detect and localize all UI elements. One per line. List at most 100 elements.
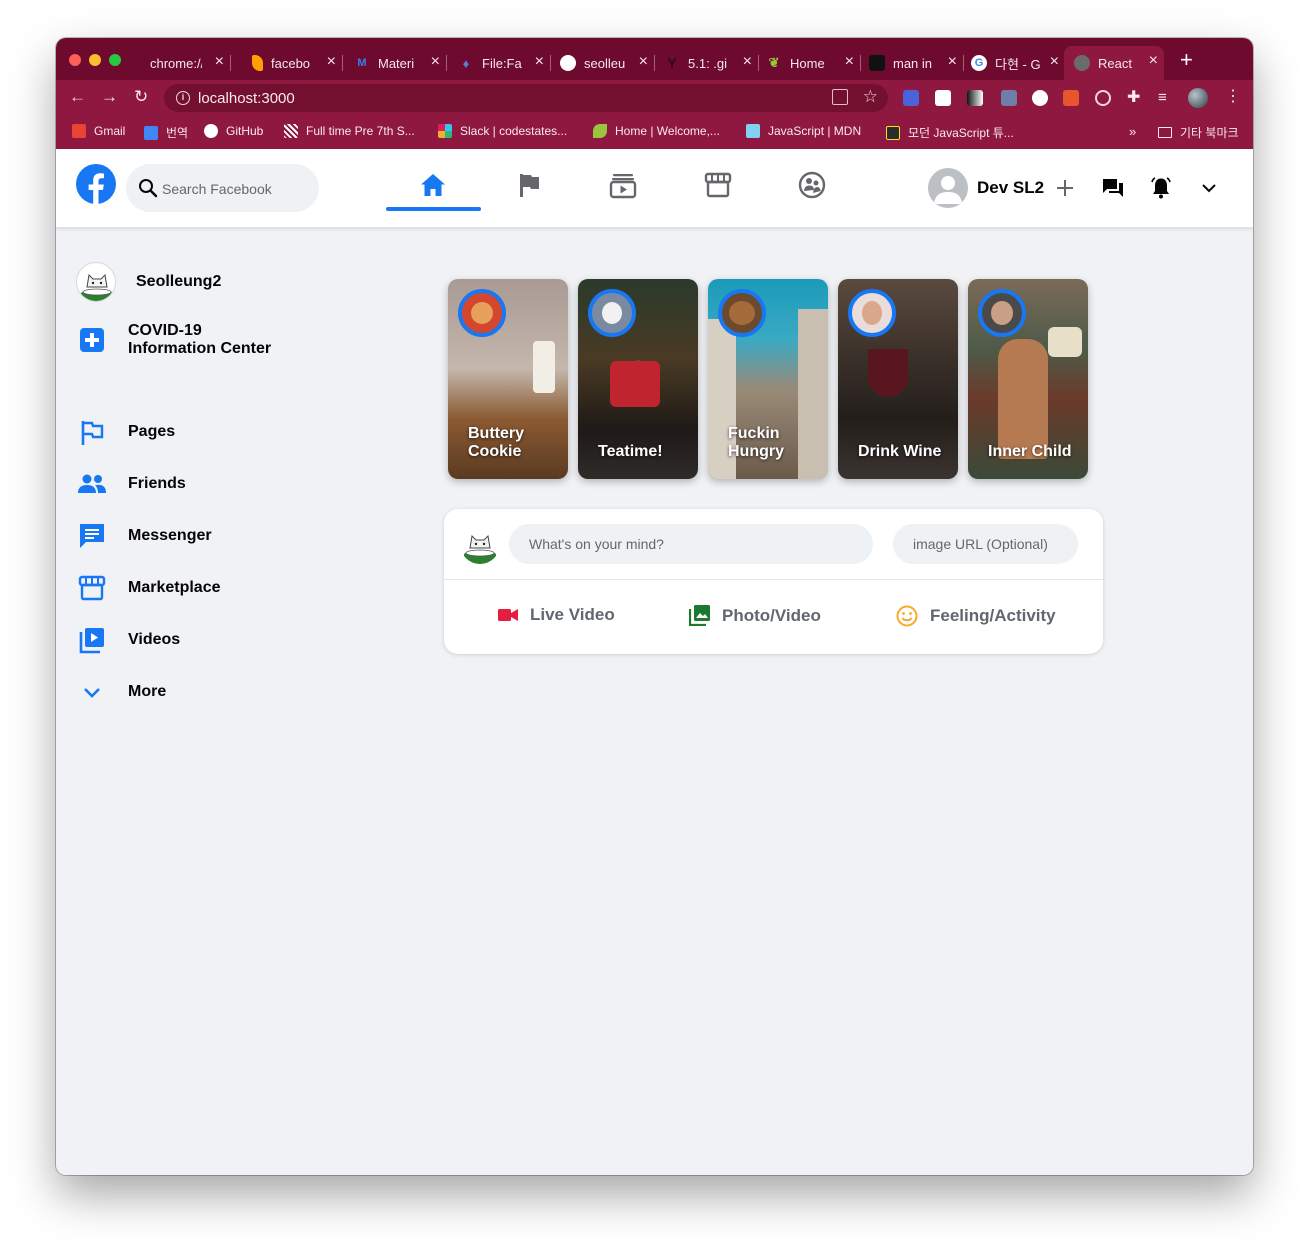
photo-video-button[interactable]: Photo/Video — [689, 605, 821, 626]
tab-close-icon[interactable]: × — [845, 53, 854, 71]
sidebar-item-covid[interactable]: COVID-19 Information Center — [76, 322, 271, 358]
bookmark-mdn[interactable]: JavaScript | MDN — [746, 124, 861, 138]
extension-icon[interactable] — [1063, 90, 1079, 106]
sidebar-item-videos[interactable]: Videos — [76, 624, 180, 656]
bookmark-translate[interactable]: 번역 — [144, 124, 188, 141]
sidebar-item-label: More — [128, 683, 167, 700]
live-video-button[interactable]: Live Video — [498, 605, 615, 625]
search-bar[interactable]: Search Facebook — [126, 164, 319, 212]
post-text-input[interactable] — [509, 524, 873, 564]
zoom-window-button[interactable] — [109, 54, 121, 66]
browser-tab[interactable]: facebo × — [252, 48, 343, 78]
messenger-chat-icon[interactable] — [1101, 176, 1125, 200]
story-card[interactable]: Teatime! — [578, 279, 698, 479]
browser-tab[interactable]: G 다현 - G × — [971, 48, 1066, 78]
video-library-icon — [76, 624, 108, 656]
extension-icon[interactable] — [1095, 90, 1111, 106]
covid-plus-icon — [76, 324, 108, 356]
sidebar-item-label: Marketplace — [128, 579, 221, 596]
bookmark-star-icon[interactable]: ☆ — [863, 87, 878, 107]
sidebar-item-marketplace[interactable]: Marketplace — [76, 572, 221, 604]
leaf-icon: ❦ — [768, 55, 780, 70]
cat-avatar-icon — [464, 534, 496, 564]
chrome-page-icon — [126, 55, 142, 71]
extension-icon[interactable] — [1032, 90, 1048, 106]
tab-close-icon[interactable]: × — [535, 53, 544, 71]
close-window-button[interactable] — [69, 54, 81, 66]
sidebar-item-more[interactable]: More — [76, 676, 166, 708]
tab-close-icon[interactable]: × — [1050, 53, 1059, 71]
translate-icon[interactable] — [832, 89, 848, 105]
sidebar-item-friends[interactable]: Friends — [76, 468, 186, 500]
puzzle-icon[interactable]: ✚ — [1127, 90, 1143, 106]
tab-close-icon[interactable]: × — [743, 53, 752, 71]
extension-icon[interactable] — [967, 90, 983, 106]
sidebar-profile[interactable]: Seolleung2 — [76, 262, 221, 302]
sidebar-item-pages[interactable]: Pages — [76, 416, 175, 448]
sidebar-item-messenger[interactable]: Messenger — [76, 520, 212, 552]
back-arrow-icon[interactable]: ← — [69, 87, 86, 107]
bookmark-fulltime[interactable]: Full time Pre 7th S... — [284, 124, 415, 138]
browser-tab[interactable]: seolleu × — [560, 48, 655, 78]
browser-tab[interactable]: M Materi × — [354, 48, 447, 78]
create-plus-icon[interactable] — [1053, 176, 1077, 200]
user-avatar[interactable] — [928, 168, 968, 208]
other-bookmarks[interactable]: 기타 북마크 — [1158, 124, 1239, 141]
home-icon[interactable] — [419, 171, 447, 199]
bookmark-home[interactable]: Home | Welcome,... — [593, 124, 720, 138]
site-info-icon[interactable]: i — [176, 91, 190, 105]
story-card[interactable]: Fuckin Hungry — [708, 279, 828, 479]
bookmark-github[interactable]: GitHub — [204, 124, 263, 138]
groups-icon[interactable] — [798, 171, 826, 199]
sidebar-item-label: Friends — [128, 475, 186, 492]
notifications-bell-icon[interactable] — [1149, 176, 1173, 200]
new-tab-button[interactable]: + — [1180, 49, 1193, 71]
extension-icon[interactable] — [935, 90, 951, 106]
flag-icon[interactable] — [515, 171, 543, 199]
story-avatar — [718, 289, 766, 337]
browser-tab[interactable]: chrome://n × — [126, 48, 231, 78]
story-card[interactable]: Inner Child — [968, 279, 1088, 479]
story-card[interactable]: Drink Wine — [838, 279, 958, 479]
chat-icon — [76, 520, 108, 552]
address-bar[interactable]: i localhost:3000 ☆ — [164, 84, 888, 112]
facebook-logo-icon[interactable] — [76, 164, 116, 204]
tab-close-icon[interactable]: × — [639, 53, 648, 71]
video-camera-icon — [498, 609, 518, 621]
red-mug-shape — [610, 361, 660, 407]
storefront-icon[interactable] — [704, 171, 732, 199]
bookmark-modern-js[interactable]: 모던 JavaScript 튜... — [886, 124, 1014, 141]
tab-close-icon[interactable]: × — [1149, 52, 1158, 70]
bookmark-slack[interactable]: Slack | codestates... — [438, 124, 567, 138]
browser-tab-active[interactable]: React × — [1064, 46, 1164, 80]
forward-arrow-icon[interactable]: → — [101, 87, 118, 107]
tab-close-icon[interactable]: × — [327, 53, 336, 71]
watch-video-icon[interactable] — [609, 171, 637, 199]
photo-library-icon — [689, 605, 710, 626]
browser-menu-icon[interactable]: ⋮ — [1225, 88, 1241, 106]
url-text[interactable]: localhost:3000 — [198, 90, 295, 107]
browser-tab[interactable]: Y 5.1: .gi × — [664, 48, 759, 78]
bookmark-gmail[interactable]: Gmail — [72, 124, 125, 138]
browser-tab[interactable]: ♦ File:Fa × — [458, 48, 551, 78]
profile-avatar-icon[interactable] — [1188, 88, 1208, 108]
browser-tab[interactable]: ❦ Home × — [766, 48, 861, 78]
media-icon[interactable]: ≡ — [1158, 90, 1174, 106]
extension-icon[interactable] — [1001, 90, 1017, 106]
extension-icon[interactable] — [903, 90, 919, 106]
bookmarks-overflow[interactable]: » — [1129, 124, 1136, 139]
chevron-down-icon[interactable] — [1197, 176, 1221, 200]
image-url-input[interactable] — [893, 524, 1078, 564]
browser-window: chrome://n × facebo × M Materi × ♦ File:… — [56, 38, 1253, 1175]
woman-figure-shape — [998, 339, 1048, 459]
tab-close-icon[interactable]: × — [431, 53, 440, 71]
cat-avatar-icon — [81, 273, 113, 301]
browser-tab[interactable]: man in × — [869, 48, 964, 78]
story-card[interactable]: Buttery Cookie — [448, 279, 568, 479]
tab-close-icon[interactable]: × — [948, 53, 957, 71]
feeling-activity-button[interactable]: Feeling/Activity — [896, 605, 1056, 627]
reload-icon[interactable]: ↻ — [134, 87, 148, 107]
minimize-window-button[interactable] — [89, 54, 101, 66]
tab-close-icon[interactable]: × — [215, 53, 224, 71]
user-name[interactable]: Dev SL2 — [977, 178, 1044, 198]
